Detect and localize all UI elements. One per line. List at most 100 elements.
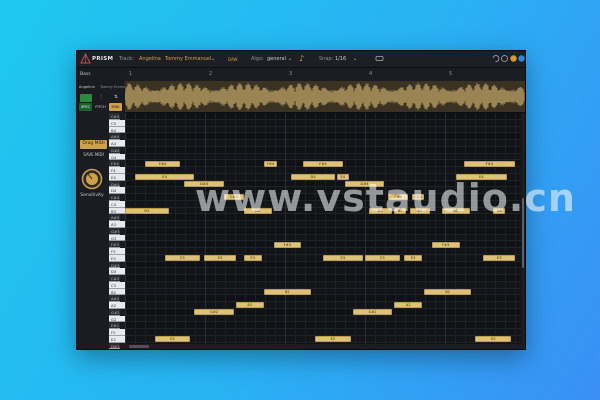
midi-note[interactable]: B3 bbox=[243, 207, 272, 214]
sensitivity-knob[interactable] bbox=[81, 168, 103, 190]
tab-midi[interactable]: MIDI bbox=[109, 103, 122, 111]
midi-note[interactable]: F#4 bbox=[144, 160, 181, 167]
midi-note[interactable]: E4 bbox=[336, 174, 349, 181]
midi-note[interactable]: E3 bbox=[483, 255, 516, 262]
midi-note[interactable]: C#4 bbox=[388, 194, 409, 201]
midi-note[interactable]: A2 bbox=[235, 302, 264, 309]
piano-key[interactable]: A#3 bbox=[109, 214, 120, 221]
piano-key[interactable]: G#4 bbox=[109, 146, 120, 154]
piano-key[interactable]: A#4 bbox=[109, 133, 120, 140]
midi-note[interactable]: E3 bbox=[364, 255, 401, 262]
piano-key[interactable]: E2 bbox=[109, 335, 125, 343]
midi-note[interactable]: G#2 bbox=[194, 309, 234, 316]
piano-roll-grid[interactable]: F#4 F#4 F#4 F#4 E4 D4 E4 E4 D#4 D#4 C#4 C#4 C#4 B3 B3 B… bbox=[125, 113, 521, 349]
midi-toggle-icon[interactable]: ⇅ bbox=[110, 94, 122, 102]
drag-midi-button[interactable]: Drag MIDI bbox=[80, 140, 107, 149]
piano-key[interactable]: F#2 bbox=[109, 322, 120, 329]
piano-key[interactable]: C5 bbox=[109, 119, 125, 127]
timeline-ruler[interactable]: 1 2 3 4 5 bbox=[125, 68, 525, 82]
algo-select[interactable]: general bbox=[267, 56, 286, 62]
midi-note[interactable]: B3 bbox=[441, 207, 470, 214]
music-note-icon[interactable]: ♪ bbox=[299, 54, 304, 63]
horizontal-scroll-thumb[interactable] bbox=[129, 345, 149, 348]
piano-key[interactable]: C3 bbox=[109, 281, 125, 289]
undo-icon[interactable] bbox=[491, 54, 500, 63]
piano-key[interactable]: G2 bbox=[109, 315, 125, 323]
midi-note[interactable]: D#4 bbox=[184, 180, 224, 187]
piano-key[interactable]: C#5 bbox=[109, 113, 120, 120]
piano-key[interactable]: F2 bbox=[109, 329, 125, 336]
piano-key[interactable]: B4 bbox=[109, 126, 125, 134]
midi-note[interactable]: G#2 bbox=[352, 309, 393, 316]
tab-spec[interactable]: SPEC bbox=[79, 103, 92, 111]
vertical-scroll-thumb[interactable] bbox=[522, 198, 524, 268]
piano-key[interactable]: B3 bbox=[109, 207, 125, 215]
piano-key[interactable]: F#3 bbox=[109, 241, 120, 248]
midi-note[interactable]: B2 bbox=[263, 288, 312, 295]
piano-key[interactable]: C4 bbox=[109, 200, 125, 208]
piano-key[interactable]: G4 bbox=[109, 153, 125, 161]
piano-key[interactable]: G#3 bbox=[109, 227, 120, 235]
piano-key[interactable]: D3 bbox=[109, 268, 125, 275]
midi-note[interactable]: B3 bbox=[493, 207, 506, 214]
user-icon[interactable] bbox=[517, 54, 526, 63]
piano-key[interactable]: E3 bbox=[109, 254, 125, 262]
midi-note[interactable]: E4 bbox=[134, 174, 195, 181]
midi-note[interactable]: B3 bbox=[410, 207, 430, 214]
midi-note[interactable]: F#4 bbox=[463, 160, 516, 167]
piano-key[interactable]: G#2 bbox=[109, 308, 120, 316]
snap-select[interactable]: 1/16 bbox=[335, 56, 346, 62]
midi-note[interactable]: C#4 bbox=[224, 194, 244, 201]
midi-note[interactable]: E2 bbox=[475, 336, 512, 343]
piano-key[interactable]: D#4 bbox=[109, 180, 120, 188]
midi-note[interactable]: E3 bbox=[323, 255, 363, 262]
daw-badge[interactable]: DAW bbox=[228, 57, 237, 62]
piano-key[interactable]: D4 bbox=[109, 187, 125, 194]
midi-note[interactable]: F#4 bbox=[263, 160, 278, 167]
chevron-down-icon[interactable]: ⌄ bbox=[353, 56, 357, 62]
midi-note[interactable]: A2 bbox=[394, 302, 422, 309]
horizontal-scrollbar[interactable] bbox=[125, 344, 521, 349]
piano-key[interactable]: E4 bbox=[109, 173, 125, 181]
piano-key[interactable]: G3 bbox=[109, 234, 125, 242]
piano-key[interactable]: A3 bbox=[109, 221, 125, 228]
piano-key[interactable]: F3 bbox=[109, 248, 125, 255]
midi-note[interactable]: E3 bbox=[164, 255, 201, 262]
midi-note[interactable]: E2 bbox=[154, 336, 191, 343]
piano-key[interactable]: C#3 bbox=[109, 275, 120, 282]
piano-key[interactable]: A4 bbox=[109, 140, 125, 147]
loop-icon[interactable] bbox=[375, 54, 384, 63]
midi-note[interactable]: B3 bbox=[368, 207, 393, 214]
piano-key[interactable]: A#2 bbox=[109, 295, 120, 302]
spec-toggle-icon[interactable] bbox=[80, 94, 92, 102]
vertical-scrollbar[interactable] bbox=[521, 113, 525, 349]
piano-key[interactable]: F#4 bbox=[109, 160, 120, 167]
piano-key[interactable]: B2 bbox=[109, 288, 125, 296]
midi-note[interactable]: E3 bbox=[204, 255, 236, 262]
piano-key[interactable]: F4 bbox=[109, 167, 125, 174]
chevron-down-icon[interactable]: ⌄ bbox=[211, 56, 215, 62]
midi-note[interactable]: B3 bbox=[125, 207, 169, 214]
midi-note[interactable]: E4 bbox=[455, 174, 508, 181]
piano-key[interactable]: D#2 bbox=[109, 342, 120, 349]
midi-note[interactable]: F#3 bbox=[273, 241, 302, 248]
midi-note[interactable]: B2 bbox=[423, 288, 472, 295]
midi-note[interactable]: E2 bbox=[315, 336, 351, 343]
chevron-down-icon[interactable]: ⌄ bbox=[288, 56, 292, 62]
waveform-overview[interactable] bbox=[124, 81, 525, 113]
track-name[interactable]: Angelina bbox=[139, 56, 161, 62]
piano-key[interactable]: C#4 bbox=[109, 194, 120, 201]
midi-note[interactable]: E3 bbox=[404, 255, 422, 262]
piano-key[interactable]: D#3 bbox=[109, 261, 120, 269]
midi-note[interactable]: B3 bbox=[394, 207, 407, 214]
midi-note[interactable]: E3 bbox=[243, 255, 262, 262]
midi-note[interactable]: F#4 bbox=[303, 160, 343, 167]
pitch-toggle-icon[interactable]: ⫶ bbox=[95, 94, 107, 102]
midi-note[interactable]: C#4 bbox=[412, 194, 424, 201]
midi-note[interactable]: D4 bbox=[291, 174, 335, 181]
settings-icon[interactable] bbox=[500, 54, 509, 63]
piano-keyboard[interactable]: C#5 C5 B4 A#4 A4 G#4 G4 F#4 F4 E4 D#4 D4 C#4 C4 B3 A#3 A… bbox=[109, 113, 125, 349]
save-midi-button[interactable]: SAVE MIDI bbox=[80, 151, 107, 159]
piano-key[interactable]: A2 bbox=[109, 302, 125, 309]
midi-note[interactable]: D#4 bbox=[344, 180, 385, 187]
